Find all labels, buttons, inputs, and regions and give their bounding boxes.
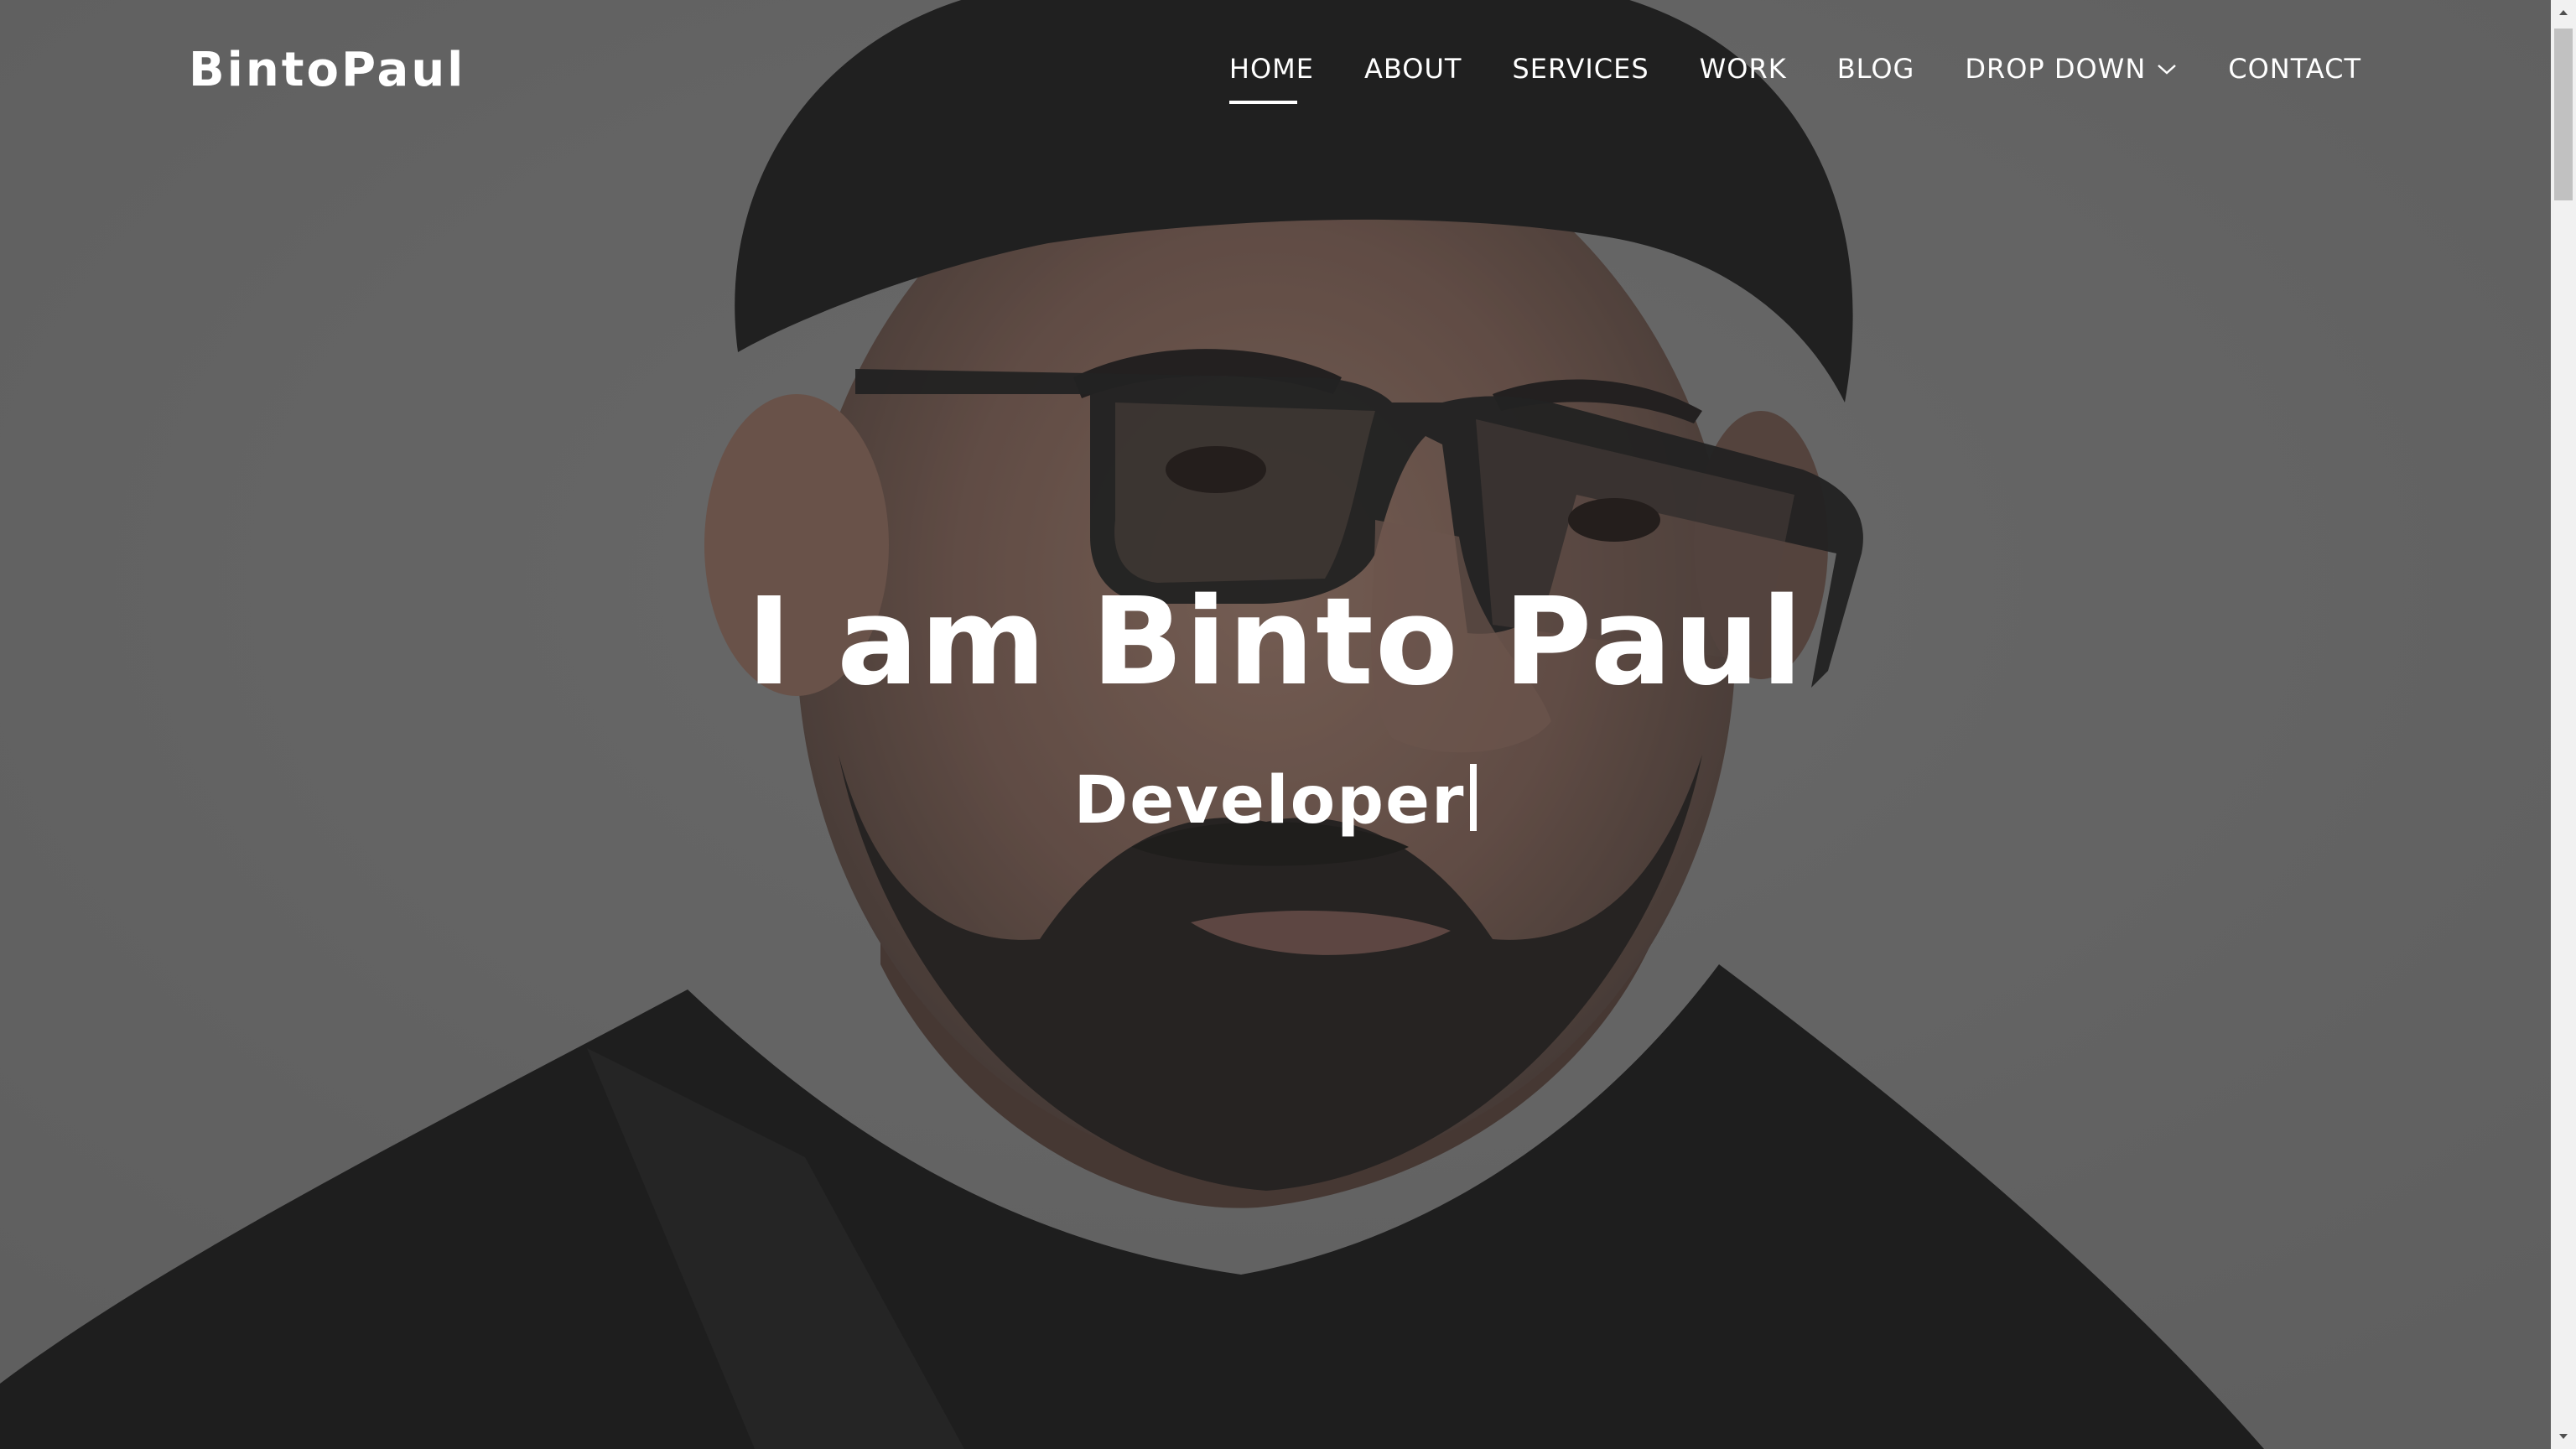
site-header: BintoPaul HOME ABOUT SERVICES WORK BLOG bbox=[0, 0, 2551, 143]
scroll-down-arrow-icon[interactable] bbox=[2551, 1424, 2576, 1449]
nav-item-label: WORK bbox=[1699, 53, 1787, 85]
nav-item-label: BLOG bbox=[1836, 53, 1915, 85]
scroll-up-arrow-icon[interactable] bbox=[2551, 0, 2576, 25]
nav-item-home[interactable]: HOME bbox=[1228, 50, 1314, 104]
chevron-down-icon bbox=[2156, 60, 2178, 77]
page: BintoPaul HOME ABOUT SERVICES WORK BLOG bbox=[0, 0, 2576, 1449]
nav-item-about[interactable]: ABOUT bbox=[1364, 50, 1462, 87]
hero-title: I am Binto Paul bbox=[746, 571, 1805, 712]
site-logo[interactable]: BintoPaul bbox=[189, 40, 465, 101]
nav-item-label: DROP DOWN bbox=[1965, 53, 2147, 85]
typing-cursor bbox=[1470, 764, 1478, 831]
hero-subtitle: Developer bbox=[0, 759, 2551, 843]
nav-item-services[interactable]: SERVICES bbox=[1512, 50, 1649, 87]
nav-item-contact[interactable]: CONTACT bbox=[2228, 50, 2361, 87]
typed-role-text: Developer bbox=[1073, 763, 1466, 839]
nav-item-drop-down[interactable]: DROP DOWN bbox=[1965, 50, 2178, 87]
nav-item-label: CONTACT bbox=[2228, 53, 2361, 85]
nav-item-label: SERVICES bbox=[1512, 53, 1649, 85]
nav-item-label: HOME bbox=[1228, 53, 1314, 85]
nav-item-blog[interactable]: BLOG bbox=[1837, 50, 1915, 87]
viewport: BintoPaul HOME ABOUT SERVICES WORK BLOG bbox=[0, 0, 2551, 1449]
nav-item-label: ABOUT bbox=[1363, 53, 1462, 85]
nav-item-work[interactable]: WORK bbox=[1700, 50, 1787, 87]
scrollbar-thumb[interactable] bbox=[2554, 29, 2573, 200]
vertical-scrollbar[interactable] bbox=[2551, 0, 2576, 1449]
hero-dark-overlay bbox=[0, 0, 2551, 1449]
main-nav: HOME ABOUT SERVICES WORK BLOG DROP DOWN bbox=[1179, 50, 2361, 104]
